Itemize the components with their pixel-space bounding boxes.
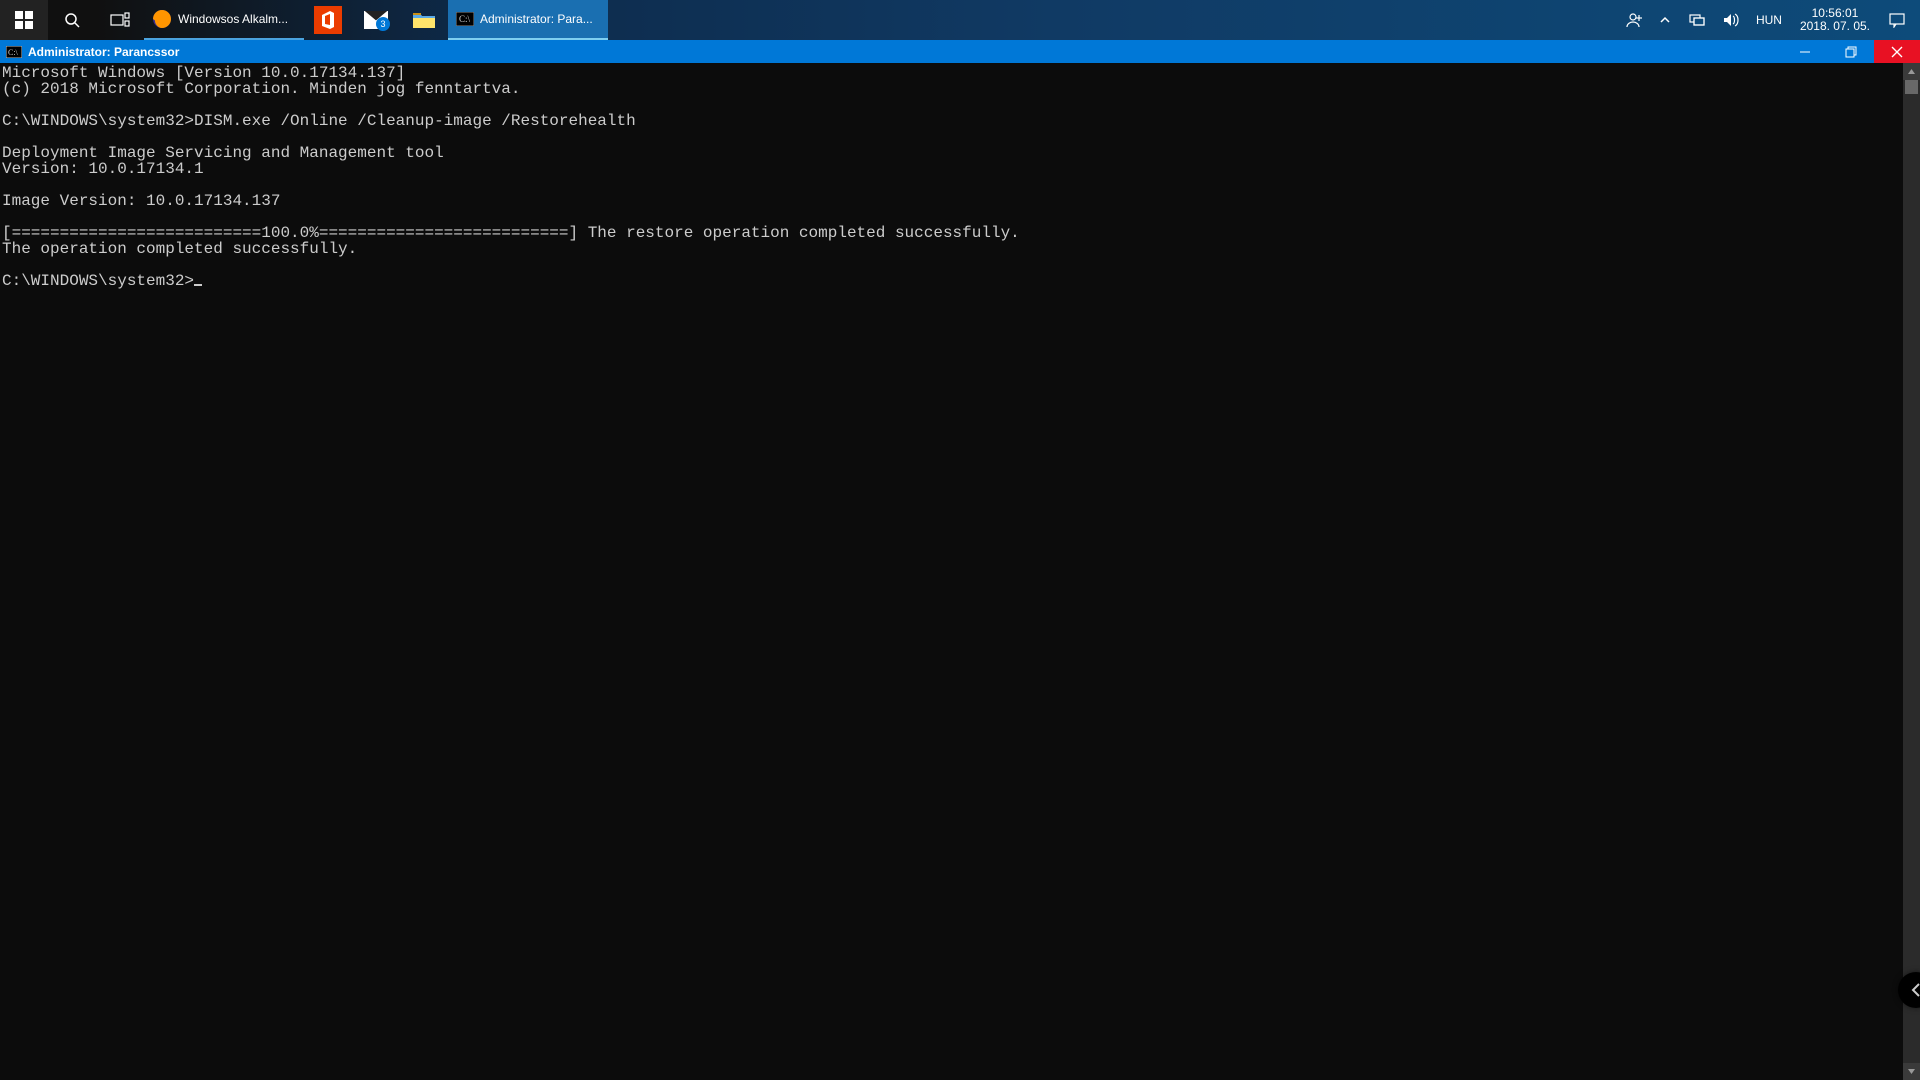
terminal-prompt: C:\WINDOWS\system32> xyxy=(2,272,194,290)
svg-text:C:\: C:\ xyxy=(8,48,19,57)
maximize-button[interactable] xyxy=(1828,40,1874,63)
chevron-up-icon xyxy=(1907,67,1916,76)
scrollbar-down-button[interactable] xyxy=(1903,1063,1920,1080)
windows-logo-icon xyxy=(15,11,33,29)
cmd-icon: C:\ xyxy=(456,12,474,26)
tray-overflow[interactable] xyxy=(1650,0,1680,40)
chevron-up-icon xyxy=(1658,13,1672,27)
minimize-icon xyxy=(1799,46,1811,58)
window-title: Administrator: Parancssor xyxy=(28,45,179,59)
terminal-body: Microsoft Windows [Version 10.0.17134.13… xyxy=(0,63,1920,1080)
search-icon xyxy=(63,11,81,29)
close-icon xyxy=(1891,46,1903,58)
clock-date: 2018. 07. 05. xyxy=(1800,20,1870,33)
folder-icon xyxy=(413,11,435,29)
taskbar-app-mail[interactable]: 3 xyxy=(352,0,400,40)
firefox-icon xyxy=(152,9,172,29)
taskbar: Windowsos Alkalm... 3 xyxy=(0,0,1920,40)
start-button[interactable] xyxy=(0,0,48,40)
task-view-icon xyxy=(110,12,130,28)
office-icon xyxy=(314,6,342,34)
notification-icon xyxy=(1888,12,1906,28)
search-button[interactable] xyxy=(48,0,96,40)
tray-ime[interactable]: HUN xyxy=(1748,0,1790,40)
mail-icon: 3 xyxy=(364,11,388,29)
svg-text:C:\: C:\ xyxy=(459,14,471,24)
task-view-button[interactable] xyxy=(96,0,144,40)
network-icon xyxy=(1688,13,1706,27)
cmd-window: C:\ Administrator: Parancssor xyxy=(0,40,1920,1080)
terminal-scrollbar[interactable] xyxy=(1903,63,1920,1080)
terminal-output[interactable]: Microsoft Windows [Version 10.0.17134.13… xyxy=(0,63,1903,1080)
close-button[interactable] xyxy=(1874,40,1920,63)
taskbar-app-office[interactable] xyxy=(304,0,352,40)
taskbar-app-explorer[interactable] xyxy=(400,0,448,40)
restore-icon xyxy=(1845,46,1857,58)
taskbar-app-cmd[interactable]: C:\ Administrator: Para... xyxy=(448,0,608,40)
scrollbar-thumb[interactable] xyxy=(1905,80,1918,94)
window-controls xyxy=(1782,40,1920,63)
chevron-down-icon xyxy=(1907,1067,1916,1076)
terminal-cursor xyxy=(194,284,202,286)
titlebar-app-icon: C:\ xyxy=(4,42,24,62)
mail-badge-count: 3 xyxy=(376,17,390,31)
tray-people[interactable] xyxy=(1616,0,1650,40)
ime-label: HUN xyxy=(1756,13,1782,27)
system-tray: HUN 10:56:01 2018. 07. 05. xyxy=(1616,0,1920,40)
tray-volume[interactable] xyxy=(1714,0,1748,40)
people-icon xyxy=(1624,11,1642,29)
taskbar-spacer xyxy=(608,0,1616,40)
taskbar-app-firefox[interactable]: Windowsos Alkalm... xyxy=(144,0,304,40)
chevron-left-icon xyxy=(1910,982,1920,998)
titlebar[interactable]: C:\ Administrator: Parancssor xyxy=(0,40,1920,63)
tray-network[interactable] xyxy=(1680,0,1714,40)
taskbar-app-label: Administrator: Para... xyxy=(480,12,593,26)
minimize-button[interactable] xyxy=(1782,40,1828,63)
show-desktop[interactable] xyxy=(1914,0,1920,40)
scrollbar-up-button[interactable] xyxy=(1903,63,1920,80)
taskbar-app-label: Windowsos Alkalm... xyxy=(178,12,288,26)
tray-action-center[interactable] xyxy=(1880,0,1914,40)
volume-icon xyxy=(1722,12,1740,28)
tray-clock[interactable]: 10:56:01 2018. 07. 05. xyxy=(1790,7,1880,33)
